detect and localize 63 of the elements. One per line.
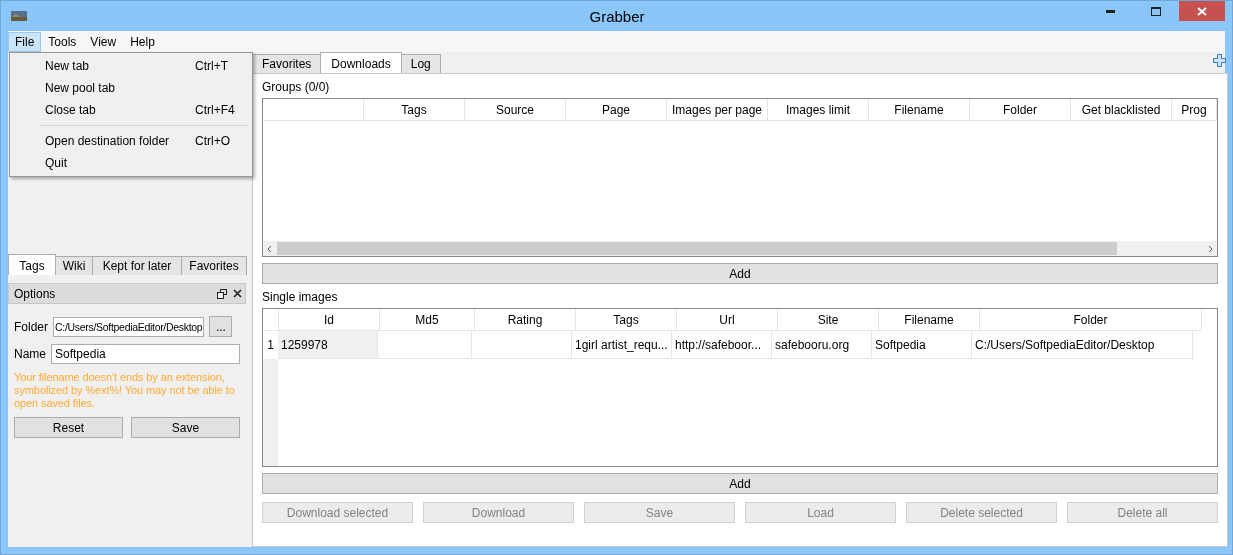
scroll-right-icon[interactable] [1206,244,1214,253]
menu-item[interactable]: Quit [10,152,252,174]
field-label: Folder [14,319,48,334]
menu-item[interactable]: View [83,31,124,52]
field-label: Name [14,347,46,361]
table-cell: Softpedia [872,331,972,359]
app-icon [11,11,27,21]
horizontal-scrollbar[interactable] [263,241,1217,256]
table-cell: safebooru.org [772,331,872,359]
menu-item[interactable]: Tools [41,31,84,52]
column-header[interactable]: Folder [970,99,1071,121]
column-header[interactable]: Site [778,309,879,331]
option-button[interactable]: Save [131,417,240,438]
float-icon[interactable] [217,288,227,299]
browse-button[interactable]: ... [209,316,233,337]
menu-item[interactable]: Open destination folder Ctrl+O [10,130,252,152]
column-header[interactable]: Images limit [768,99,869,121]
column-header[interactable]: Filename [869,99,970,121]
menu-item[interactable]: New tab Ctrl+T [10,55,252,77]
table-cell: 1girl artist_requ... [572,331,672,359]
add-button[interactable]: Add [262,473,1218,494]
close-icon [1197,6,1207,16]
column-header[interactable]: Url [677,309,778,331]
tab[interactable]: Downloads [320,52,402,73]
table-cell: http://safeboor... [672,331,772,359]
section-label: Single images [262,289,339,306]
name-field[interactable]: Softpedia [51,344,240,364]
column-header[interactable]: Get blacklisted [1071,99,1172,121]
column-header[interactable]: Source [465,99,566,121]
warning-text: Your filename doesn't ends by an extension, symbolized by %ext%! You may not be able to open saved files. [14,371,236,410]
window-title: Grabber [588,7,646,25]
column-header[interactable]: Page [566,99,667,121]
menu-item[interactable]: Help [123,31,162,52]
column-header[interactable]: Prog [1172,99,1217,121]
tab[interactable]: Tags [8,254,56,275]
column-header[interactable]: Filename [879,309,980,331]
column-header[interactable]: Folder [980,309,1202,331]
add-button[interactable]: Add [262,263,1218,284]
column-header[interactable]: Tags [576,309,677,331]
tab[interactable]: Favorites [252,54,322,73]
column-header[interactable]: Rating [475,309,576,331]
close-icon[interactable] [233,289,242,298]
menu-item[interactable]: New pool tab [10,77,252,99]
add-tab-icon[interactable] [1213,54,1226,67]
close-button[interactable] [1179,1,1225,21]
table-cell: C:/Users/SoftpediaEditor/Desktop [972,331,1193,359]
maximize-icon [1151,6,1161,16]
column-header[interactable]: Md5 [380,309,475,331]
column-header[interactable]: Images per page [667,99,768,121]
minimize-icon [1105,9,1115,13]
tab[interactable]: Kept for later [92,256,182,275]
options-title: Options [14,286,56,301]
option-button[interactable]: Reset [14,417,123,438]
column-header[interactable]: Tags [364,99,465,121]
table-cell: 1259978 [278,331,378,359]
folder-field[interactable]: C:/Users/SoftpediaEditor/Desktop [53,316,205,337]
menu-item[interactable]: File [8,31,42,52]
tab[interactable]: Log [400,54,441,73]
tab[interactable]: Wiki [55,256,93,275]
section-label: Groups (0/0) [262,79,331,96]
tab[interactable]: Favorites [181,256,247,275]
scroll-left-icon[interactable] [266,244,274,253]
menu-item[interactable]: Close tab Ctrl+F4 [10,99,252,121]
